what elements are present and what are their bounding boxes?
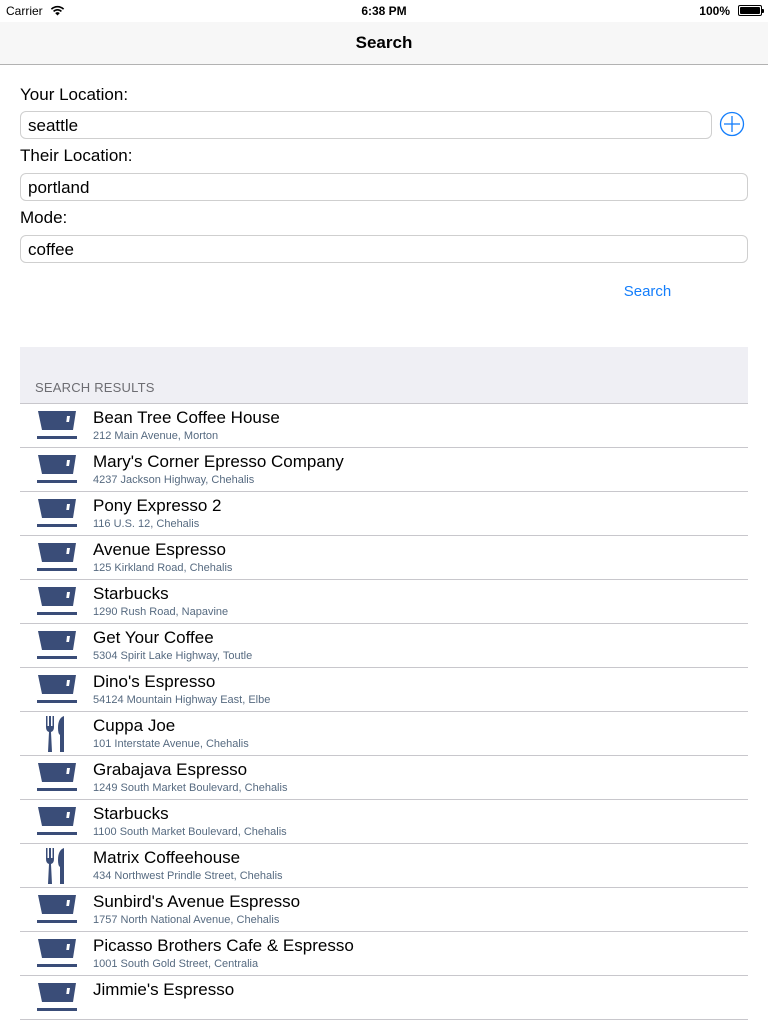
list-item[interactable]: Bean Tree Coffee House 212 Main Avenue, M… [20, 404, 748, 448]
list-item[interactable]: Picasso Brothers Cafe & Espresso 1001 Sou… [20, 932, 748, 976]
result-address: 212 Main Avenue, Morton [93, 430, 219, 442]
result-name: Starbucks [93, 804, 169, 823]
result-address: 116 U.S. 12, Chehalis [93, 518, 200, 530]
section-header-label: SEARCH RESULTS [35, 380, 155, 395]
mode-label: Mode: [20, 208, 68, 227]
your-location-label: Your Location: [20, 85, 129, 104]
list-item[interactable]: Get Your Coffee 5304 Spirit Lake Highway,… [20, 624, 748, 668]
coffee-cup-icon [37, 936, 77, 972]
fork-knife-icon [37, 716, 77, 752]
result-name: Matrix Coffeehouse [93, 848, 241, 867]
search-results-table: SEARCH RESULTS Bean Tree Coffee House 212… [20, 347, 748, 1020]
result-address: 1100 South Market Boulevard, Chehalis [93, 826, 287, 838]
result-address: 54124 Mountain Highway East, Elbe [93, 694, 271, 706]
result-name: Picasso Brothers Cafe & Espresso [93, 936, 354, 955]
coffee-cup-icon [37, 628, 77, 664]
your-location-field[interactable]: seattle [20, 111, 712, 139]
their-location-label: Their Location: [20, 146, 133, 165]
battery-icon [738, 5, 764, 16]
result-name: Avenue Espresso [93, 540, 226, 559]
list-item[interactable]: Dino's Espresso 54124 Mountain Highway Ea… [20, 668, 748, 712]
result-address: 4237 Jackson Highway, Chehalis [93, 474, 255, 486]
result-address: 1290 Rush Road, Napavine [93, 606, 229, 618]
result-address: 434 Northwest Prindle Street, Chehalis [93, 870, 283, 882]
list-item[interactable]: Sunbird's Avenue Espresso 1757 North Nati… [20, 888, 748, 932]
result-name: Starbucks [93, 584, 169, 603]
result-name: Dino's Espresso [93, 672, 216, 691]
list-item[interactable]: Avenue Espresso 125 Kirkland Road, Chehal… [20, 536, 748, 580]
coffee-cup-icon [37, 804, 77, 840]
result-name: Cuppa Joe [93, 716, 176, 735]
list-item[interactable]: Cuppa Joe 101 Interstate Avenue, Chehalis [20, 712, 748, 756]
result-name: Pony Expresso 2 [93, 496, 222, 515]
coffee-cup-icon [37, 980, 77, 1016]
their-location-field[interactable]: portland [20, 173, 748, 201]
coffee-cup-icon [37, 892, 77, 928]
navigation-bar: Search [0, 22, 768, 65]
list-item[interactable]: Jimmie's Espresso [20, 976, 748, 1020]
result-address: 1001 South Gold Street, Centralia [93, 958, 259, 970]
search-results-header: SEARCH RESULTS [20, 347, 748, 404]
result-name: Bean Tree Coffee House [93, 408, 280, 427]
result-address: 5304 Spirit Lake Highway, Toutle [93, 650, 253, 662]
coffee-cup-icon [37, 496, 77, 532]
add-location-button[interactable] [719, 111, 745, 137]
result-address: 101 Interstate Avenue, Chehalis [93, 738, 249, 750]
list-item[interactable]: Matrix Coffeehouse 434 Northwest Prindle … [20, 844, 748, 888]
coffee-cup-icon [37, 760, 77, 796]
clock-label: 6:38 PM [361, 4, 407, 18]
list-item[interactable]: Grabajava Espresso 1249 South Market Boul… [20, 756, 748, 800]
result-name: Sunbird's Avenue Espresso [93, 892, 301, 911]
coffee-cup-icon [37, 408, 77, 444]
list-item[interactable]: Starbucks 1100 South Market Boulevard, Ch… [20, 800, 748, 844]
list-item[interactable]: Starbucks 1290 Rush Road, Napavine [20, 580, 748, 624]
mode-field[interactable]: coffee [20, 235, 748, 263]
result-address: 125 Kirkland Road, Chehalis [93, 562, 233, 574]
fork-knife-icon [37, 848, 77, 884]
page-title: Search [355, 33, 413, 52]
plus-circle-icon [719, 111, 745, 137]
result-name: Grabajava Espresso [93, 760, 248, 779]
battery-percent: 100% [699, 4, 730, 18]
result-name: Mary's Corner Epresso Company [93, 452, 344, 471]
search-button[interactable]: Search [600, 283, 695, 300]
result-name: Jimmie's Espresso [93, 980, 235, 999]
result-address: 1249 South Market Boulevard, Chehalis [93, 782, 288, 794]
coffee-cup-icon [37, 672, 77, 708]
status-bar: Carrier 6:38 PM 100% [0, 0, 768, 22]
coffee-cup-icon [37, 452, 77, 488]
result-name: Get Your Coffee [93, 628, 214, 647]
list-item[interactable]: Mary's Corner Epresso Company 4237 Jackso… [20, 448, 748, 492]
result-address: 1757 North National Avenue, Chehalis [93, 914, 280, 926]
coffee-cup-icon [37, 584, 77, 620]
list-item[interactable]: Pony Expresso 2 116 U.S. 12, Chehalis [20, 492, 748, 536]
results-list: Bean Tree Coffee House 212 Main Avenue, M… [20, 404, 748, 1020]
coffee-cup-icon [37, 540, 77, 576]
